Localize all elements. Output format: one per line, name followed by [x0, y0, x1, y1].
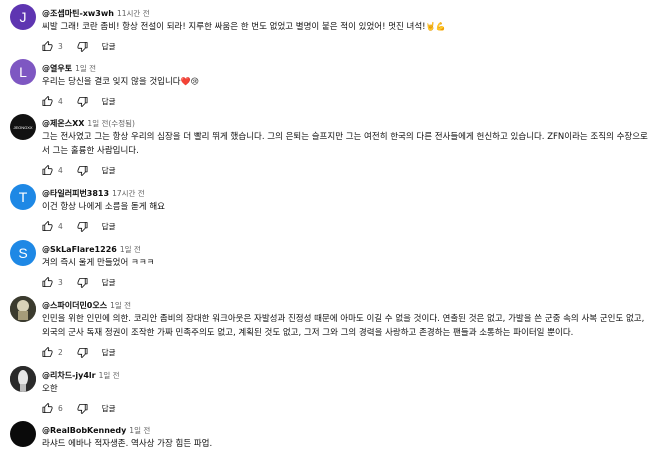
comment-time[interactable]: 1일 전	[110, 301, 131, 310]
thumbs-up-icon	[42, 220, 53, 231]
comment-emoji: ❤️😢	[180, 77, 199, 86]
comment-author[interactable]: @타일러피번3813	[42, 189, 109, 198]
comment-time[interactable]: 1일 전	[120, 245, 141, 254]
comment-text: 오한	[42, 384, 58, 394]
comment-text: 겨의 즉시 울게 만들었어 ㅋㅋㅋ	[42, 258, 155, 268]
comment-author[interactable]: @스파이더민0오스	[42, 301, 107, 310]
comment-list: J @조셉마틴-xw3wh 11시간 전 씨발 그래! 코란 좀비! 항상 전설이…	[0, 0, 658, 453]
reply-button[interactable]: 답글	[102, 41, 116, 52]
like-button[interactable]	[42, 40, 53, 52]
avatar-letter: J	[19, 9, 27, 25]
comment-time[interactable]: 17시간 전	[112, 189, 145, 198]
thumbs-up-icon	[42, 346, 53, 357]
thumbs-down-icon	[77, 347, 88, 358]
thumbs-up-icon	[42, 402, 53, 413]
comment-text: 우리는 당신을 결코 잊지 않을 것입니다❤️😢	[42, 75, 650, 89]
avatar-letter: L	[19, 64, 27, 80]
like-button[interactable]	[42, 164, 53, 176]
comment-body: 우리는 당신을 결코 잊지 않을 것입니다	[42, 77, 181, 87]
comment-author[interactable]: @리차드-jy4lr	[42, 371, 96, 380]
thumbs-up-icon	[42, 40, 53, 51]
comment-body: 씨발 그래! 코란 좀비! 항상 전설이 되라! 지루한 싸움은 한 번도 없었…	[42, 22, 426, 32]
comment-emoji: 🤘💪	[425, 22, 446, 31]
thumbs-down-icon	[77, 165, 88, 176]
thumbs-up-icon	[42, 95, 53, 106]
reply-button[interactable]: 답글	[102, 165, 116, 176]
comment-author[interactable]: @제온스XX	[42, 119, 84, 128]
avatar[interactable]	[10, 366, 36, 392]
comment-text: 인민을 위한 인민에 의한. 코리안 좀비의 장대한 워크아웃은 자발성과 진정…	[42, 314, 645, 338]
dislike-button[interactable]	[77, 165, 88, 176]
like-button[interactable]	[42, 220, 53, 232]
comment-time[interactable]: 11시간 전	[117, 9, 150, 18]
comment-text: 그는 전사였고 그는 항상 우리의 심장을 더 빨리 뛰게 했습니다. 그의 은…	[42, 132, 648, 156]
like-count: 6	[58, 403, 63, 413]
dislike-button[interactable]	[77, 277, 88, 288]
dislike-button[interactable]	[77, 403, 88, 414]
avatar-image	[10, 296, 36, 322]
avatar[interactable]: JEONGXX	[10, 114, 36, 140]
comment-author[interactable]: @열우토	[42, 64, 72, 73]
avatar-letter: T	[18, 189, 28, 205]
thumbs-down-icon	[77, 41, 88, 52]
reply-button[interactable]: 답글	[102, 96, 116, 107]
reply-button[interactable]: 답글	[102, 347, 116, 358]
like-count: 4	[58, 165, 63, 175]
thumbs-down-icon	[77, 403, 88, 414]
like-button[interactable]	[42, 346, 53, 358]
comment-text: 라샤드 에바나 적자생존. 역사상 가장 힘든 파업.	[42, 439, 213, 449]
comment-author[interactable]: @조셉마틴-xw3wh	[42, 9, 114, 18]
comment-author[interactable]: @SkLaFlare1226	[42, 245, 117, 254]
avatar[interactable]: J	[10, 4, 36, 30]
dislike-button[interactable]	[77, 347, 88, 358]
like-count: 3	[58, 277, 63, 287]
like-count: 2	[58, 347, 63, 357]
reply-button[interactable]: 답글	[102, 221, 116, 232]
thumbs-down-icon	[77, 96, 88, 107]
dislike-button[interactable]	[77, 41, 88, 52]
avatar[interactable]	[10, 296, 36, 322]
reply-button[interactable]: 답글	[102, 403, 116, 414]
comment-text: 이건 항상 나에게 소름을 돋게 해요	[42, 202, 165, 212]
like-button[interactable]	[42, 276, 53, 288]
avatar-image	[10, 366, 36, 392]
avatar[interactable]	[10, 421, 36, 447]
like-button[interactable]	[42, 402, 53, 414]
comment-time[interactable]: 1일 전	[75, 64, 96, 73]
thumbs-up-icon	[42, 276, 53, 287]
thumbs-up-icon	[42, 164, 53, 175]
avatar[interactable]: L	[10, 59, 36, 85]
dislike-button[interactable]	[77, 221, 88, 232]
avatar-logo-text: JEONGXX	[13, 124, 33, 130]
thumbs-down-icon	[77, 221, 88, 232]
comment-time[interactable]: 1일 전	[99, 371, 120, 380]
thumbs-down-icon	[77, 277, 88, 288]
avatar[interactable]: T	[10, 184, 36, 210]
comment-time[interactable]: 1일 전	[129, 426, 150, 435]
like-button[interactable]	[42, 95, 53, 107]
reply-button[interactable]: 답글	[102, 277, 116, 288]
like-count: 3	[58, 41, 63, 51]
avatar[interactable]: S	[10, 240, 36, 266]
comment-time[interactable]: 1일 전(수정됨)	[87, 119, 135, 128]
like-count: 4	[58, 221, 63, 231]
comment-text: 씨발 그래! 코란 좀비! 항상 전설이 되라! 지루한 싸움은 한 번도 없었…	[42, 20, 650, 34]
dislike-button[interactable]	[77, 96, 88, 107]
like-count: 4	[58, 96, 63, 106]
comment-author[interactable]: @RealBobKennedy	[42, 426, 126, 435]
avatar-letter: S	[18, 245, 28, 261]
